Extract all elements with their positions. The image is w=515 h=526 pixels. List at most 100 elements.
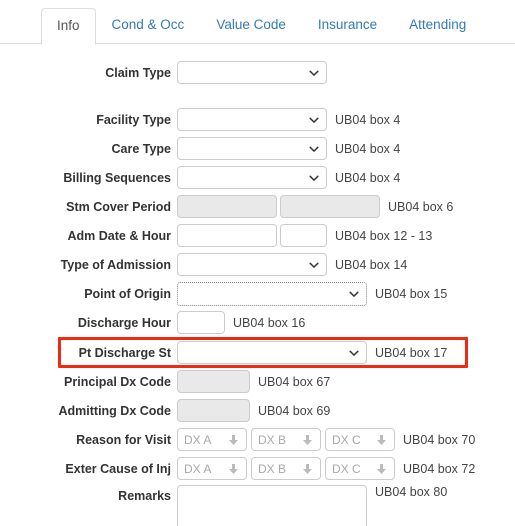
claim-info-panel: Info Cond & Occ Value Code Insurance Att… [0,0,515,526]
point-of-origin-hint: UB04 box 15 [375,286,448,301]
stepper-down-arrow-icon [377,463,386,474]
pt-discharge-st-hint: UB04 box 17 [375,345,448,360]
admitting-dx-code-control: UB04 box 69 [177,399,330,422]
adm-date-input[interactable] [177,224,277,247]
tab-value-code-label: Value Code [216,17,286,32]
chevron-down-icon [309,262,319,268]
adm-date-hour-label: Adm Date & Hour [67,228,171,243]
reason-for-visit-dx-a-placeholder: DX A [184,432,212,447]
type-of-admission-hint: UB04 box 14 [335,257,408,272]
row-facility-type: Facility Type UB04 box 4 [0,107,515,132]
stepper-down-arrow-icon [229,434,238,445]
reason-for-visit-dx-a[interactable]: DX A [177,428,247,451]
principal-dx-code-label: Principal Dx Code [64,374,171,389]
discharge-hour-hint: UB04 box 16 [233,315,306,330]
discharge-hour-input[interactable] [177,311,225,334]
reason-for-visit-hint: UB04 box 70 [403,432,476,447]
remarks-textarea-wrapper [177,485,367,526]
pt-discharge-st-select[interactable] [177,341,367,364]
tab-attending-label: Attending [409,17,467,32]
principal-dx-code-input [177,370,250,393]
point-of-origin-select[interactable] [177,281,367,306]
principal-dx-code-control: UB04 box 67 [177,370,330,393]
pt-discharge-st-control: UB04 box 17 [177,341,447,364]
stm-cover-period-label: Stm Cover Period [66,199,171,214]
facility-type-hint: UB04 box 4 [335,112,401,127]
exter-cause-of-inj-control: DX A DX B DX C UB04 box 72 [177,457,475,480]
tab-info[interactable]: Info [41,8,96,45]
claim-type-select[interactable] [177,61,327,84]
care-type-control: UB04 box 4 [177,137,400,160]
exter-cause-of-inj-label: Exter Cause of Inj [65,461,171,476]
tab-cond-and-occ-label: Cond & Occ [111,17,185,32]
stm-cover-period-from-input [177,195,277,218]
chevron-down-icon [309,175,319,181]
row-adm-date-hour: Adm Date & Hour UB04 box 12 - 13 [0,223,515,248]
principal-dx-code-hint: UB04 box 67 [258,374,331,389]
point-of-origin-control: UB04 box 15 [177,281,448,306]
row-exter-cause-of-inj: Exter Cause of Inj DX A DX B DX C UB04 b… [0,456,515,481]
billing-sequences-hint: UB04 box 4 [335,170,401,185]
exter-cause-of-inj-dx-a-placeholder: DX A [184,461,212,476]
chevron-down-icon [309,146,319,152]
row-remarks: Remarks UB04 box 80 [0,485,515,526]
billing-sequences-select[interactable] [177,166,327,189]
exter-cause-of-inj-dx-a[interactable]: DX A [177,457,247,480]
claim-type-label: Claim Type [105,65,171,80]
row-type-of-admission: Type of Admission UB04 box 14 [0,252,515,277]
point-of-origin-label: Point of Origin [84,286,171,301]
tab-list: Info Cond & Occ Value Code Insurance Att… [41,7,482,45]
row-billing-sequences: Billing Sequences UB04 box 4 [0,165,515,190]
exter-cause-of-inj-dx-b-placeholder: DX B [258,461,287,476]
row-principal-dx-code: Principal Dx Code UB04 box 67 [0,369,515,394]
type-of-admission-label: Type of Admission [60,257,171,272]
tab-info-label: Info [57,18,80,33]
reason-for-visit-dx-c-placeholder: DX C [332,432,361,447]
care-type-select[interactable] [177,137,327,160]
chevron-down-icon [309,70,319,76]
billing-sequences-label: Billing Sequences [63,170,171,185]
claim-info-form: Claim Type Facility Type UB04 box 4 Care… [0,44,515,526]
chevron-down-icon [349,350,359,356]
reason-for-visit-label: Reason for Visit [76,432,171,447]
remarks-label: Remarks [118,489,171,503]
adm-date-hour-hint: UB04 box 12 - 13 [335,228,433,243]
row-discharge-hour: Discharge Hour UB04 box 16 [0,310,515,335]
billing-sequences-control: UB04 box 4 [177,166,400,189]
reason-for-visit-dx-c[interactable]: DX C [325,428,395,451]
row-care-type: Care Type UB04 box 4 [0,136,515,161]
stepper-down-arrow-icon [303,434,312,445]
care-type-label: Care Type [111,141,171,156]
claim-type-control [177,61,327,84]
row-pt-discharge-st: Pt Discharge St UB04 box 17 [0,339,515,366]
stepper-down-arrow-icon [377,434,386,445]
tab-insurance[interactable]: Insurance [302,7,393,44]
adm-hour-input[interactable] [280,224,327,247]
chevron-down-icon [309,117,319,123]
facility-type-label: Facility Type [96,112,171,127]
facility-type-control: UB04 box 4 [177,108,400,131]
row-reason-for-visit: Reason for Visit DX A DX B DX C UB04 box… [0,427,515,452]
tab-value-code[interactable]: Value Code [200,7,302,44]
remarks-textarea[interactable] [177,485,367,526]
tab-cond-and-occ[interactable]: Cond & Occ [96,7,201,44]
admitting-dx-code-hint: UB04 box 69 [258,403,331,418]
exter-cause-of-inj-dx-c[interactable]: DX C [325,457,395,480]
chevron-down-icon [349,291,359,297]
remarks-control: UB04 box 80 [177,485,447,526]
reason-for-visit-dx-b[interactable]: DX B [251,428,321,451]
remarks-hint: UB04 box 80 [375,485,448,499]
type-of-admission-control: UB04 box 14 [177,253,407,276]
tab-insurance-label: Insurance [317,17,378,32]
type-of-admission-select[interactable] [177,253,327,276]
stepper-down-arrow-icon [229,463,238,474]
row-claim-type: Claim Type [0,60,515,85]
admitting-dx-code-label: Admitting Dx Code [58,403,172,418]
row-admitting-dx-code: Admitting Dx Code UB04 box 69 [0,398,515,423]
facility-type-select[interactable] [177,108,327,131]
row-stm-cover-period: Stm Cover Period UB04 box 6 [0,194,515,219]
exter-cause-of-inj-dx-b[interactable]: DX B [251,457,321,480]
discharge-hour-label: Discharge Hour [77,315,171,330]
exter-cause-of-inj-dx-c-placeholder: DX C [332,461,361,476]
tab-attending[interactable]: Attending [393,7,482,44]
